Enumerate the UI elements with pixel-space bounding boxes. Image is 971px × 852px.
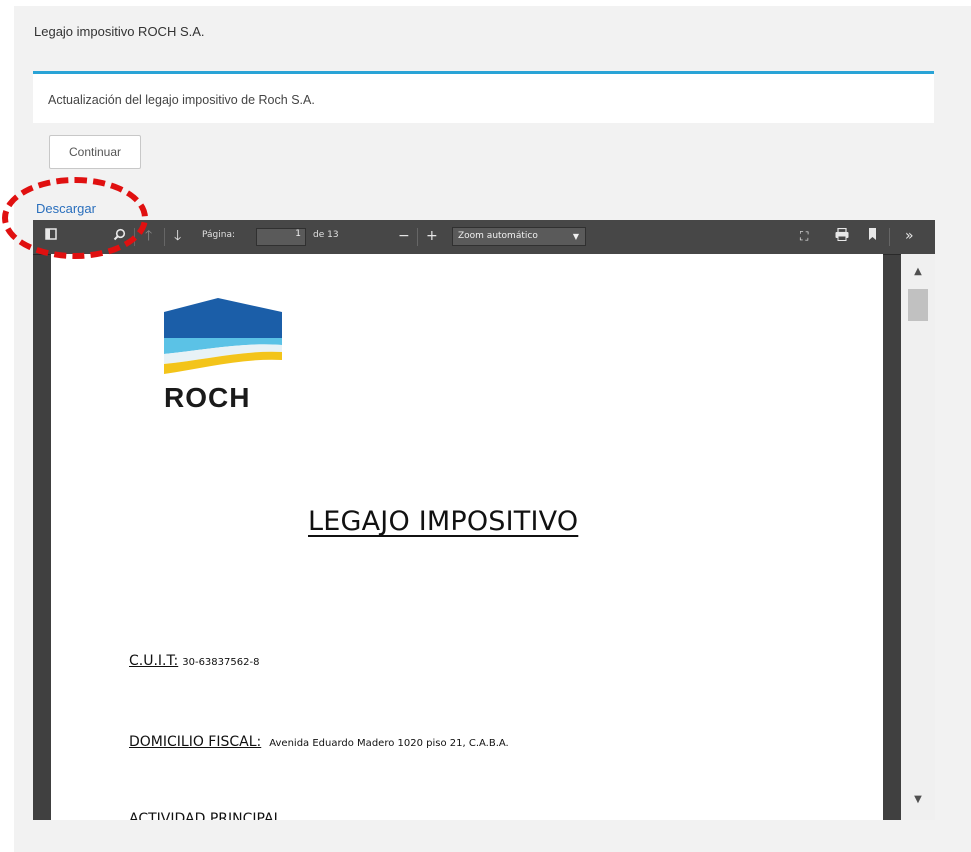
field-label: C.U.I.T:: [129, 653, 179, 669]
download-highlight-annotation: [2, 177, 148, 259]
bookmark-icon[interactable]: [868, 228, 877, 245]
pdf-viewer: 🡑 🡓 Página: 1 de 13 − + Zoom automático …: [33, 220, 935, 820]
page-number-input[interactable]: 1: [256, 228, 306, 246]
pdf-toolbar: 🡑 🡓 Página: 1 de 13 − + Zoom automático …: [33, 220, 935, 255]
page-label: Página:: [202, 230, 236, 240]
previous-page-icon[interactable]: 🡑: [145, 228, 152, 244]
zoom-out-icon[interactable]: −: [398, 228, 410, 244]
field-value: 30-63837562-8: [182, 657, 260, 668]
document-title: LEGAJO IMPOSITIVO: [308, 506, 579, 537]
page-title: Legajo impositivo ROCH S.A.: [34, 24, 205, 39]
description-text: Actualización del legajo impositivo de R…: [48, 93, 315, 107]
scroll-down-icon[interactable]: ▼: [901, 794, 935, 805]
zoom-select[interactable]: Zoom automático ▼: [452, 227, 586, 246]
document-field: DOMICILIO FISCAL: Avenida Eduardo Madero …: [129, 731, 509, 750]
scroll-up-icon[interactable]: ▲: [901, 266, 935, 277]
chevron-down-icon: ▼: [572, 232, 579, 241]
document-field: ACTIVIDAD PRINCIPAL: [129, 808, 281, 820]
roch-logo: [164, 298, 282, 385]
toolbar-separator: [417, 228, 418, 246]
scrollbar[interactable]: ▲ ▼: [901, 254, 935, 820]
more-tools-icon[interactable]: »: [905, 228, 914, 244]
toolbar-separator: [164, 228, 165, 246]
zoom-in-icon[interactable]: +: [426, 228, 438, 244]
field-value: Avenida Eduardo Madero 1020 piso 21, C.A…: [269, 738, 509, 749]
fullscreen-icon[interactable]: ⛶: [800, 228, 808, 244]
field-label: DOMICILIO FISCAL:: [129, 734, 262, 750]
pdf-page: ROCH LEGAJO IMPOSITIVO C.U.I.T: 30-638375…: [51, 254, 883, 820]
print-icon[interactable]: [835, 227, 849, 245]
logo-text: ROCH: [164, 382, 251, 413]
document-field: C.U.I.T: 30-63837562-8: [129, 650, 259, 669]
field-label: ACTIVIDAD PRINCIPAL: [129, 811, 282, 820]
zoom-select-value: Zoom automático: [458, 231, 538, 241]
next-page-icon[interactable]: 🡓: [174, 228, 181, 244]
page-count-label: de 13: [313, 230, 339, 240]
toolbar-separator: [889, 228, 890, 246]
description-box: Actualización del legajo impositivo de R…: [33, 71, 934, 123]
scrollbar-thumb[interactable]: [908, 289, 928, 321]
continue-button[interactable]: Continuar: [49, 135, 141, 169]
